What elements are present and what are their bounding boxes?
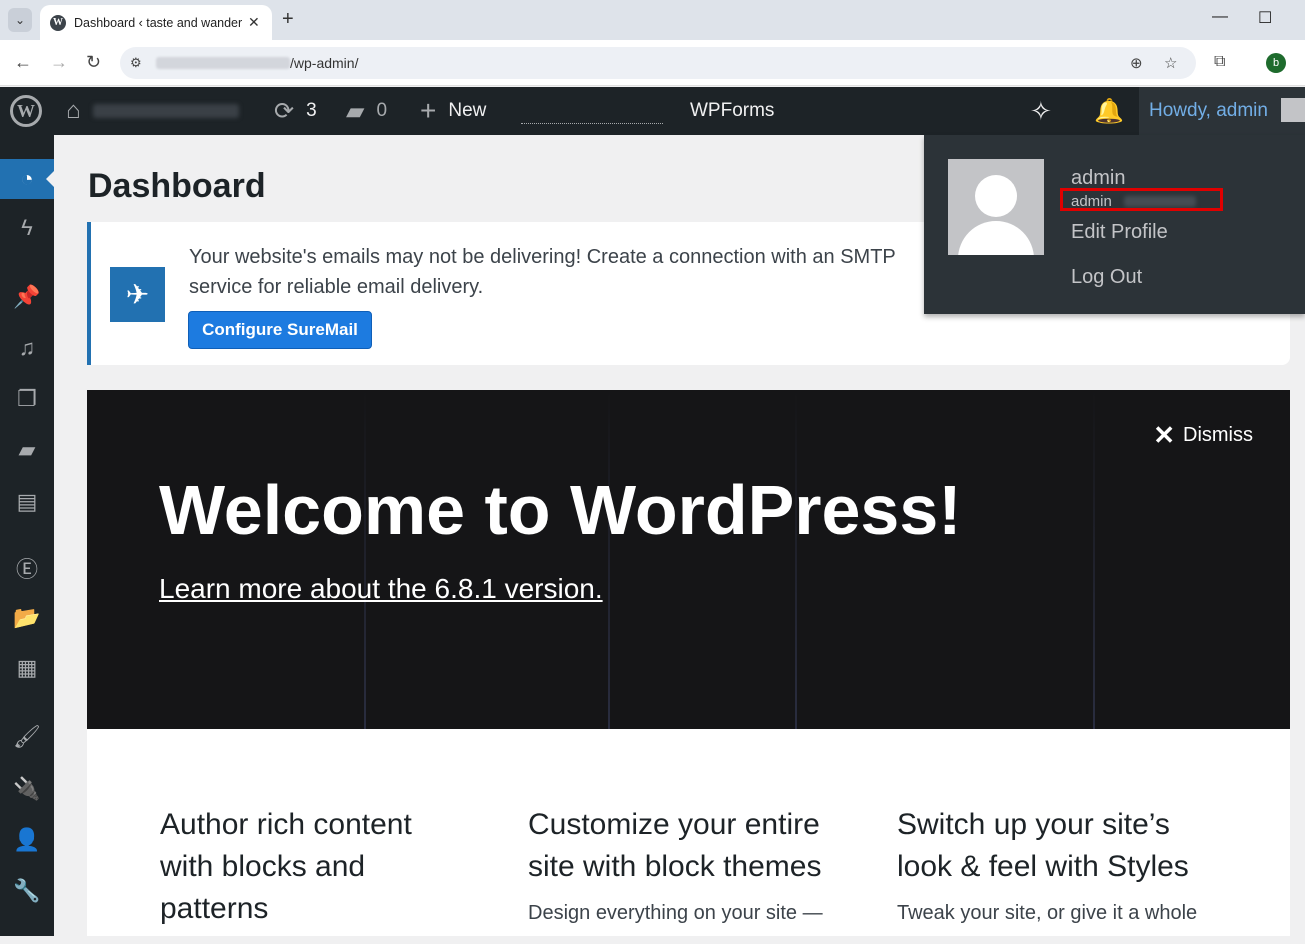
pages-icon: ❐ [17,386,37,411]
comment-bubble-icon: ▰ [346,97,365,125]
sidebar-item-elementor[interactable]: Ⓔ [0,548,54,588]
log-out-link[interactable]: Log Out [1071,266,1142,289]
sidebar-item-forms[interactable]: ▤ [0,482,54,522]
notice-text: Your website's emails may not be deliver… [189,246,896,298]
user-icon: 👤 [13,827,41,852]
address-bar[interactable]: ⚙ /wp-admin/ ⊕ ☆ [120,47,1196,79]
comment-icon: ▰ [18,437,36,462]
updates-menu[interactable]: ⟳ 3 [274,87,317,135]
bookmark-star-icon[interactable]: ☆ [1164,54,1177,72]
ai-sparkle-icon[interactable]: ✧ [1030,87,1052,135]
sidebar-item-comments[interactable]: ▰ [0,430,54,470]
zoom-icon[interactable]: ⊕ [1130,54,1143,72]
sidebar-item-tools[interactable]: 🔧 [0,871,54,911]
close-icon: ✕ [1153,420,1175,450]
plus-icon: + [420,95,437,126]
updates-icon: ⟳ [274,97,295,125]
sidebar-item-users[interactable]: 👤 [0,820,54,860]
comments-menu[interactable]: ▰ 0 [346,87,387,135]
lightning-icon: ϟ [21,215,33,240]
pushpin-icon: 📌 [13,284,41,309]
display-name[interactable]: admin [1071,167,1125,190]
blurred-site-name [92,104,239,118]
browser-tab-bar: ⌄ W Dashboard ‹ taste and wander ✕ + — ☐ [0,0,1305,40]
feature-title: Switch up your site’s look & feel with S… [897,808,1189,883]
sidebar-item-plugins[interactable]: 🔌 [0,769,54,809]
highlight-box [1060,188,1223,211]
forms-icon: ▤ [16,489,38,514]
user-account-dropdown: admin admin Edit Profile Log Out [924,135,1305,314]
back-icon[interactable]: ← [14,52,32,73]
browser-toolbar: ← → ↻ ⚙ /wp-admin/ ⊕ ☆ ⧉ b [0,40,1305,86]
minimize-icon[interactable]: — [1212,8,1228,26]
wpforms-label: WPForms [690,100,775,121]
maximize-icon[interactable]: ☐ [1258,8,1272,28]
feature-description: Tweak your site, or give it a whole [897,902,1198,924]
dismiss-button[interactable]: ✕ Dismiss [1153,420,1253,451]
sidebar-item-pages[interactable]: ❐ [0,379,54,419]
wp-admin-bar: W ⌂ ⟳ 3 ▰ 0 + New WPForms ✧ 🔔 Howdy, adm… [0,87,1305,135]
tab-close-icon[interactable]: ✕ [248,14,260,31]
wrench-icon: 🔧 [13,878,41,903]
comments-count: 0 [376,100,388,121]
sidebar-item-reports[interactable]: ▦ [0,648,54,688]
elementor-icon: Ⓔ [15,557,38,582]
howdy-text: Howdy, admin [1149,100,1268,121]
feature-title: Author rich content with blocks and patt… [160,808,412,925]
sidebar-item-performance[interactable]: ϟ [0,208,54,248]
media-icon: ♫ [18,335,36,360]
profile-avatar[interactable]: b [1266,53,1286,73]
dotted-placeholder [521,87,663,135]
new-label: New [448,100,487,121]
my-account-menu[interactable]: Howdy, admin [1139,87,1305,135]
site-name-menu[interactable]: ⌂ [66,87,239,135]
feature-title: Customize your entire site with block th… [528,808,822,883]
site-info-icon[interactable]: ⚙ [130,55,142,71]
page-title: Dashboard [88,167,266,205]
notification-bell-icon[interactable]: 🔔 [1094,87,1124,135]
extensions-icon[interactable]: ⧉ [1214,53,1225,71]
sidebar-active-arrow [46,170,55,188]
new-tab-icon[interactable]: + [282,8,294,31]
learn-more-link[interactable]: Learn more about the 6.8.1 version. [159,573,603,605]
wpforms-menu[interactable]: WPForms [690,87,774,135]
plug-icon: 🔌 [13,776,41,801]
welcome-title: Welcome to WordPress! [159,471,962,549]
wp-logo-menu[interactable]: W [10,87,42,135]
url-path: /wp-admin/ [290,55,359,71]
sidebar-item-posts[interactable]: 📌 [0,277,54,317]
edit-profile-link[interactable]: Edit Profile [1071,221,1168,244]
tab-search-icon[interactable]: ⌄ [8,8,32,32]
sidebar-item-templates[interactable]: 📂 [0,598,54,638]
feature-column: Author rich content with blocks and patt… [160,804,460,944]
wordpress-favicon-icon: W [50,14,66,31]
browser-tab[interactable]: W Dashboard ‹ taste and wander ✕ [40,5,272,40]
new-content-menu[interactable]: + New [420,87,486,135]
paper-plane-icon: ✈ [110,267,165,322]
welcome-features: Author rich content with blocks and patt… [87,729,1290,936]
feature-description: Design everything on your site — [528,902,823,924]
dashboard-gauge-icon: ◔ [20,166,34,191]
admin-sidebar: ◔ ϟ 📌 ♫ ❐ ▰ ▤ Ⓔ 📂 ▦ 🖌 🔌 👤 🔧 [0,135,54,936]
forward-icon[interactable]: → [50,52,68,73]
sidebar-item-media[interactable]: ♫ [0,328,54,368]
tab-title: Dashboard ‹ taste and wander [74,15,242,30]
feature-column: Customize your entire site with block th… [528,804,828,925]
paintbrush-icon: 🖌 [13,724,41,749]
wordpress-logo-icon: W [10,95,42,127]
folder-icon: 📂 [13,605,41,630]
configure-suremail-button[interactable]: Configure SureMail [188,311,372,349]
user-avatar-small [1281,98,1305,122]
blurred-hostname [156,57,290,69]
sidebar-item-appearance[interactable]: 🖌 [0,717,54,757]
home-icon: ⌂ [66,97,81,124]
user-avatar-large[interactable] [948,159,1044,255]
welcome-panel: ✕ Dismiss Welcome to WordPress! Learn mo… [87,390,1290,729]
feature-column: Switch up your site’s look & feel with S… [897,804,1197,925]
table-icon: ▦ [16,655,38,680]
reload-icon[interactable]: ↻ [86,52,101,73]
dismiss-label: Dismiss [1183,424,1253,446]
updates-count: 3 [306,100,317,121]
